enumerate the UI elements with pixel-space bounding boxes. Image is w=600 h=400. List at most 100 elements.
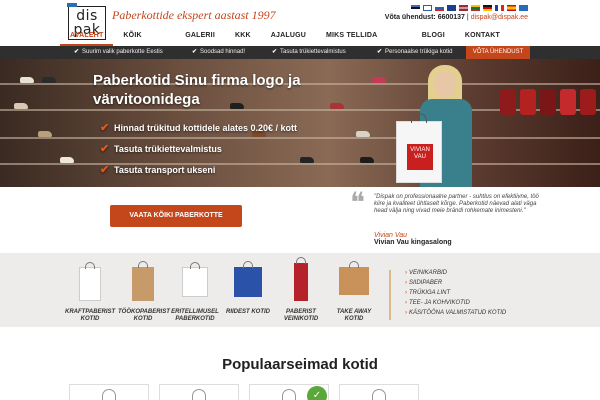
nav-item-kkk[interactable]: KKK [225,26,261,46]
category-eritellimusel[interactable]: ERITELLIMUSEL PABERKOTID [170,253,220,327]
feature-text: Tasuta trükiettevalmistus [280,49,346,55]
category-riidest[interactable]: RIIDEST KOTID [223,253,273,327]
contact-button[interactable]: VÕTA ÜHENDUST [466,46,530,59]
hero-banner: VIVIAN VAU Paberkotid Sinu firma logo ja … [0,59,600,187]
feature-text: Personaalse trükiga kotid [385,49,453,55]
flag-ru-icon[interactable] [435,5,444,11]
check-icon: ✔ [100,143,110,155]
hero-point-text: Tasuta trükiettevalmistus [114,144,222,154]
custom-bag-icon [182,262,208,297]
category-tookopaberist[interactable]: TÖÖKOPABERIST KOTID [118,253,170,327]
category-label: RIIDEST KOTID [225,309,270,315]
bag-brand-logo: VIVIAN VAU [407,144,433,170]
flag-lv-icon[interactable] [459,5,468,11]
nav-item-koik-tooted[interactable]: KÕIK TOOTED [113,26,175,59]
bag-handle-icon [192,389,206,400]
takeaway-bag-icon [339,261,369,295]
category-link-text: VEINIKARBID [409,270,448,276]
arrow-right-icon: › [405,300,407,306]
bag-handle-icon [102,389,116,400]
feature-item: ✔ Personaalse trükiga kotid [377,46,452,59]
category-links: › VEINIKARBID › SIIDIPABER › TRÜKIGA LINT ›… [405,268,506,318]
hero-point: ✔ Tasuta transport ukseni [100,163,297,184]
product-card[interactable] [69,384,149,400]
category-link[interactable]: › SIIDIPABER [405,278,506,288]
category-link-text: TRÜKIGA LINT [409,290,451,296]
contact-phone[interactable]: 6600137 [438,14,465,21]
hero-point: ✔ Hinnad trükitud kottidele alates 0.20€ … [100,121,297,142]
product-card[interactable] [159,384,239,400]
category-label: PABERIST VEINIKOTID [283,309,319,322]
flag-se-icon[interactable] [519,5,528,11]
brown-bag-icon [132,261,154,301]
product-card[interactable] [339,384,419,400]
feature-text: Soodsad hinnad! [200,49,246,55]
flag-fr-icon[interactable] [495,5,504,11]
logo-line1: dis [76,8,98,24]
testimonial-author: Vivian Vau [374,232,408,239]
arrow-right-icon: › [405,310,407,316]
nav-item-miks-tellida[interactable]: MIKS TELLIDA DISPAKIST [316,26,412,59]
flag-lt-icon[interactable] [471,5,480,11]
testimonial-company: Vivian Vau kingasalong [374,239,452,246]
wine-bag-icon [294,257,308,301]
check-icon: ✔ [74,49,80,55]
view-all-bags-button[interactable]: VAATA KÕIKI PABERKOTTE [110,205,242,227]
check-icon: ✔ [377,49,383,55]
flag-fi-icon[interactable] [423,5,432,11]
feature-item: ✔ Soodsad hinnad! [192,46,245,59]
feature-item: ✔ Tasuta trükiettevalmistus [272,46,346,59]
feature-text: Suurim valik paberkotte Eestis [82,49,163,55]
nav-item-galerii[interactable]: GALERII [175,26,225,46]
category-take-away[interactable]: TAKE AWAY KOTID [329,253,379,327]
bag-handle-icon [372,389,386,400]
eco-leaf-icon: ✓ [307,386,327,400]
nav-item-kontakt[interactable]: KONTAKT [455,26,510,46]
hero-point-text: Tasuta transport ukseni [114,165,216,175]
category-divider [389,270,391,320]
kraft-bag-icon [79,262,101,301]
hero-title: Paberkotid Sinu firma logo ja värvitooni… [93,72,301,108]
hero-bag-image: VIVIAN VAU [396,113,442,183]
hero-point: ✔ Tasuta trükiettevalmistus [100,142,297,163]
hero-points: ✔ Hinnad trükitud kottidele alates 0.20€ … [100,121,297,184]
check-icon: ✔ [192,49,198,55]
slogan: Paberkottide ekspert aastast 1997 [112,8,276,22]
category-link-text: SIIDIPABER [409,280,443,286]
hero-point-text: Hinnad trükitud kottidele alates 0.20€ /… [114,123,298,133]
flag-en-icon[interactable] [447,5,456,11]
contact-email[interactable]: dispak@dispak.ee [471,14,528,21]
header-contact: Võta ühendust: 6600137 | dispak@dispak.e… [384,14,528,21]
category-veinikotid[interactable]: PABERIST VEINIKOTID [276,253,326,327]
arrow-right-icon: › [405,280,407,286]
category-label: ERITELLIMUSEL PABERKOTID [171,309,219,322]
category-kraftpaberist[interactable]: KRAFTPABERIST KOTID [65,253,115,327]
contact-label: Võta ühendust: [384,14,436,21]
category-link[interactable]: › KÄSITÖÖNA VALMISTATUD KOTID [405,308,506,318]
category-link[interactable]: › TRÜKIGA LINT [405,288,506,298]
quote-icon: ❝ [350,188,366,219]
flag-accent [67,3,77,7]
header: dis pak Paberkottide ekspert aastast 199… [0,0,600,59]
feature-item: ✔ Suurim valik paberkotte Eestis [74,46,163,59]
flag-et-icon[interactable] [411,5,420,11]
bag-handle-icon [282,389,296,400]
flag-es-icon[interactable] [507,5,516,11]
nav-item-avaleht[interactable]: AVALEHT [60,26,114,46]
testimonial-quote: "Dispak on professionaalne partner - suh… [374,194,539,214]
category-link[interactable]: › TEE- JA KOHVIKOTID [405,298,506,308]
category-strip: KRAFTPABERIST KOTID TÖÖKOPABERIST KOTID … [0,253,600,327]
check-icon: ✔ [272,49,278,55]
language-flags [411,5,528,11]
flag-de-icon[interactable] [483,5,492,11]
category-link-text: KÄSITÖÖNA VALMISTATUD KOTID [409,310,507,316]
category-link[interactable]: › VEINIKARBID [405,268,506,278]
check-icon: ✔ [100,122,110,134]
nav-item-blogi[interactable]: BLOGI [412,26,455,46]
category-label: KRAFTPABERIST KOTID [65,309,116,322]
check-icon: ✔ [100,164,110,176]
page: dis pak Paberkottide ekspert aastast 199… [0,0,600,400]
arrow-right-icon: › [405,290,407,296]
category-label: TAKE AWAY KOTID [336,309,372,322]
nav-item-ajalugu[interactable]: AJALUGU [261,26,316,46]
